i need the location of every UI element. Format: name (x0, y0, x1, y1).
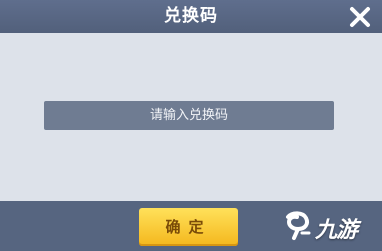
close-icon (350, 7, 370, 27)
dialog-body (0, 33, 382, 201)
redeem-code-input[interactable] (44, 101, 334, 130)
confirm-button[interactable]: 确定 (139, 208, 238, 246)
dialog-header: 兑换码 (0, 0, 382, 33)
close-button[interactable] (346, 3, 374, 31)
dialog-title: 兑换码 (164, 6, 218, 26)
redeem-code-field[interactable] (44, 101, 334, 130)
redeem-code-dialog: 兑换码 确定 九游 (0, 0, 382, 251)
